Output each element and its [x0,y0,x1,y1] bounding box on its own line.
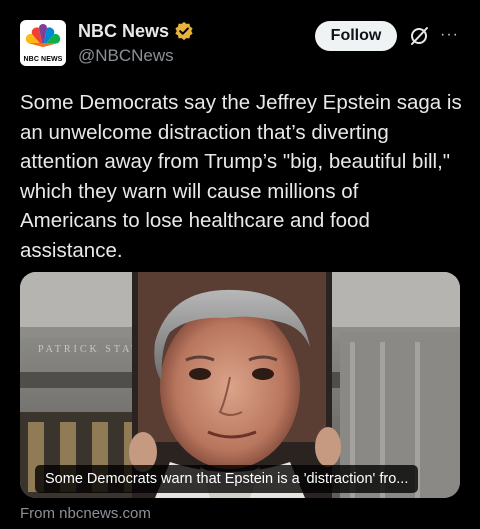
link-card-caption: Some Democrats warn that Epstein is a 'd… [35,465,419,493]
link-card[interactable]: PATRICK STATES Some Democrats warn that … [20,272,460,498]
grok-icon[interactable] [408,25,430,47]
follow-button[interactable]: Follow [315,21,397,51]
post-text: Some Democrats say the Jeffrey Epstein s… [20,91,462,262]
post-header: NBC NEWS NBC News @NBCNews Follow ··· [0,0,480,80]
author-handle[interactable]: @NBCNews [78,46,174,66]
nbc-news-avatar[interactable]: NBC NEWS [20,20,66,66]
verified-badge-icon [175,21,193,41]
link-source[interactable]: From nbcnews.com [20,505,151,522]
more-options-icon[interactable]: ··· [440,26,460,46]
author-display-name[interactable]: NBC News [78,21,169,42]
author-name-row: NBC News [78,20,194,42]
avatar-logo-text: NBC NEWS [23,56,63,63]
